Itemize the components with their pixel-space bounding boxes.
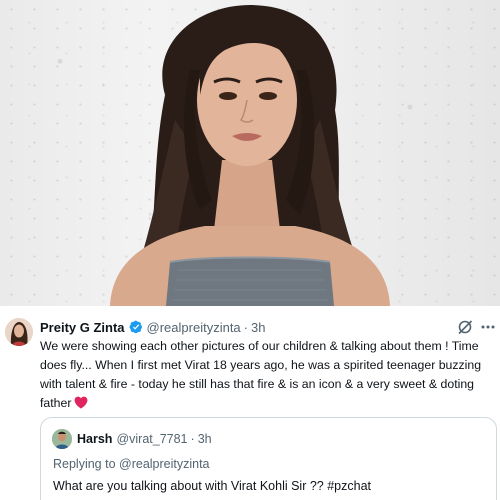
- tweet-photo[interactable]: [0, 0, 500, 306]
- tweet-header: Preity G Zinta @realpreityzinta · 3h: [40, 317, 265, 337]
- tweet-text: We were showing each other pictures of o…: [40, 339, 482, 410]
- quoted-tweet[interactable]: Harsh @virat_7781 · 3h Replying to @real…: [40, 417, 497, 500]
- tweet-body: We were showing each other pictures of o…: [40, 337, 495, 413]
- quoted-timestamp[interactable]: 3h: [198, 432, 212, 446]
- quoted-tweet-header: Harsh @virat_7781 · 3h: [77, 429, 212, 449]
- author-handle[interactable]: @realpreityzinta: [147, 320, 241, 335]
- author-name[interactable]: Preity G Zinta: [40, 320, 125, 335]
- tweet-timestamp[interactable]: 3h: [251, 320, 265, 335]
- quoted-author-avatar[interactable]: [52, 429, 72, 449]
- quoted-separator-dot: ·: [190, 432, 195, 446]
- tweet-card[interactable]: Preity G Zinta @realpreityzinta · 3h We …: [0, 306, 500, 500]
- quoted-avatar-image: [52, 429, 72, 449]
- author-avatar[interactable]: [5, 318, 33, 346]
- more-options-icon[interactable]: [479, 318, 497, 336]
- verified-badge-icon: [129, 320, 143, 334]
- quoted-author-name[interactable]: Harsh: [77, 432, 112, 446]
- red-heart-emoji: [74, 396, 88, 409]
- avatar-image: [5, 318, 33, 346]
- separator-dot: ·: [243, 319, 248, 335]
- portrait-illustration: [110, 5, 390, 306]
- quoted-author-handle[interactable]: @virat_7781: [116, 432, 187, 446]
- replying-to-label[interactable]: Replying to @realpreityzinta: [53, 457, 210, 471]
- quoted-tweet-text: What are you talking about with Virat Ko…: [53, 479, 371, 493]
- grok-icon[interactable]: [456, 318, 474, 336]
